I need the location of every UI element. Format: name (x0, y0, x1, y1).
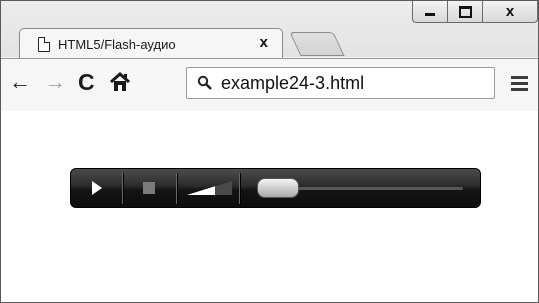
browser-toolbar: ← → C example24-3.html (1, 58, 538, 112)
play-icon[interactable] (92, 181, 102, 195)
search-icon (197, 75, 213, 91)
back-button[interactable]: ← (9, 69, 31, 95)
progress-thumb[interactable] (257, 178, 299, 198)
home-icon (110, 71, 130, 91)
tab-title: HTML5/Flash-аудио (58, 36, 176, 52)
maximize-button[interactable] (447, 1, 483, 23)
page-icon (38, 36, 50, 52)
minimize-icon (425, 13, 435, 16)
player-divider (176, 173, 177, 204)
tab-active[interactable]: HTML5/Flash-аудио x (19, 28, 283, 59)
page-content (1, 111, 538, 302)
maximize-icon (458, 5, 472, 18)
volume-level-icon[interactable] (187, 181, 232, 196)
stop-icon[interactable] (143, 182, 155, 194)
minimize-button[interactable] (412, 1, 448, 23)
tab-close-button[interactable]: x (260, 35, 268, 50)
player-divider (239, 173, 240, 204)
browser-window: HTML5/Flash-аудио x x ← → C example24-3.… (0, 0, 539, 303)
new-tab-button[interactable] (289, 32, 345, 56)
hamburger-menu-icon[interactable] (511, 76, 528, 91)
player-divider (122, 173, 123, 204)
tab-strip: HTML5/Flash-аудио x x (1, 1, 538, 59)
close-window-button[interactable]: x (482, 1, 538, 23)
address-bar[interactable]: example24-3.html (186, 67, 495, 99)
audio-player (70, 168, 481, 208)
forward-button[interactable]: → (44, 69, 66, 95)
home-button[interactable] (109, 71, 131, 93)
reload-button[interactable]: C (78, 69, 95, 95)
close-icon: x (505, 3, 515, 20)
url-text: example24-3.html (221, 72, 365, 93)
